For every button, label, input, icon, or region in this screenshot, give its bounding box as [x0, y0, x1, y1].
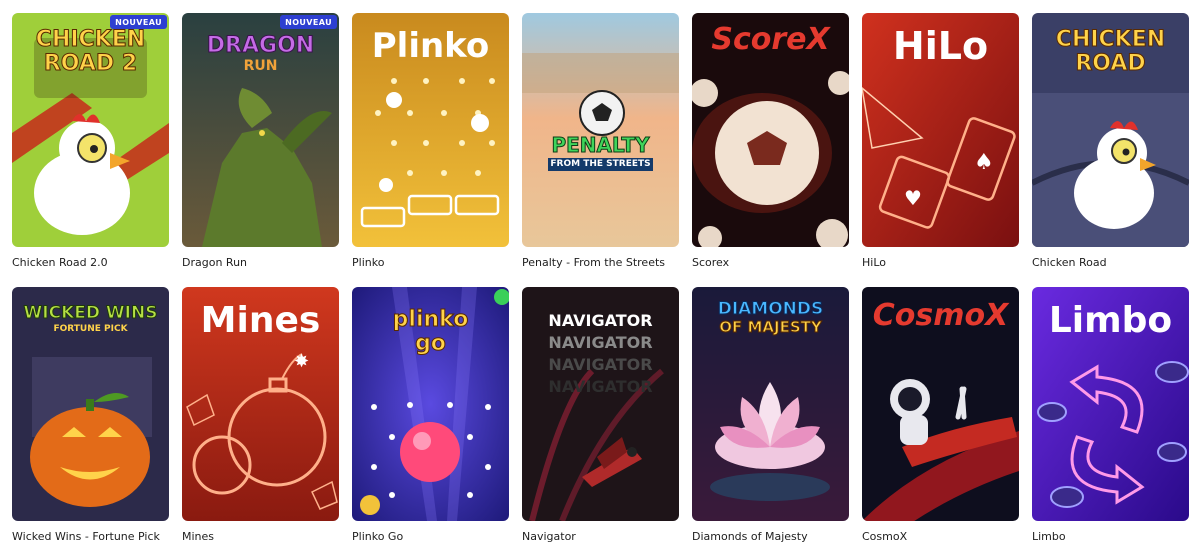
game-thumbnail[interactable]: NAVIGATOR NAVIGATOR NAVIGATOR NAVIGATOR [522, 287, 679, 521]
game-title[interactable]: CosmoX [862, 530, 1019, 543]
game-card-limbo[interactable]: Limbo Limbo [1032, 287, 1189, 543]
game-logo-sub: RUN [243, 58, 278, 74]
game-logo: CosmoX [872, 298, 1009, 333]
game-title[interactable]: Limbo [1032, 530, 1189, 543]
new-badge: NOUVEAU [110, 15, 167, 29]
game-card-hilo[interactable]: ♠ ♥ HiLo HiLo [862, 13, 1019, 269]
game-logo: Mines [200, 300, 321, 341]
game-logo: NAVIGATOR [548, 311, 653, 330]
game-thumbnail[interactable]: CHICKEN ROAD 2 NOUVEAU [12, 13, 169, 247]
game-row: WICKED WINS FORTUNE PICK Wicked Wins - F… [12, 287, 1189, 543]
game-logo-sub: ROAD [1075, 51, 1146, 76]
game-logo-sub: ROAD 2 [43, 51, 138, 76]
game-title[interactable]: Plinko Go [352, 530, 509, 543]
game-row: CHICKEN ROAD 2 NOUVEAU Chicken Road 2.0 … [12, 13, 1189, 269]
game-grid: CHICKEN ROAD 2 NOUVEAU Chicken Road 2.0 … [12, 13, 1189, 552]
game-logo-sub: OF MAJESTY [719, 318, 822, 336]
game-card-wicked-wins[interactable]: WICKED WINS FORTUNE PICK Wicked Wins - F… [12, 287, 169, 543]
game-card-scorex[interactable]: ScoreX Scorex [692, 13, 849, 269]
game-title[interactable]: Scorex [692, 256, 849, 269]
game-title[interactable]: Chicken Road [1032, 256, 1189, 269]
game-card-chicken-road-2[interactable]: CHICKEN ROAD 2 NOUVEAU Chicken Road 2.0 [12, 13, 169, 269]
game-thumbnail[interactable]: ♠ ♥ HiLo [862, 13, 1019, 247]
game-card-diamonds-of-majesty[interactable]: DIAMONDS OF MAJESTY Diamonds of Majesty [692, 287, 849, 543]
game-title[interactable]: Penalty - From the Streets [522, 256, 679, 269]
game-logo-echo: NAVIGATOR [548, 355, 653, 374]
svg-text:♠: ♠ [974, 150, 994, 175]
svg-text:✸: ✸ [294, 351, 309, 372]
game-title[interactable]: Mines [182, 530, 339, 543]
game-logo: Limbo [1048, 300, 1173, 341]
game-thumbnail[interactable]: Limbo [1032, 287, 1189, 521]
game-title[interactable]: Plinko [352, 256, 509, 269]
game-thumbnail[interactable]: plinko go [352, 287, 509, 521]
game-logo-sub: FORTUNE PICK [53, 324, 128, 334]
game-logo-echo: NAVIGATOR [548, 377, 653, 396]
game-logo: WICKED WINS [23, 303, 158, 323]
game-thumbnail[interactable]: DIAMONDS OF MAJESTY [692, 287, 849, 521]
game-card-chicken-road[interactable]: CHICKEN ROAD Chicken Road [1032, 13, 1189, 269]
game-title[interactable]: Chicken Road 2.0 [12, 256, 169, 269]
game-logo: HiLo [892, 24, 989, 68]
game-thumbnail[interactable]: WICKED WINS FORTUNE PICK [12, 287, 169, 521]
game-thumbnail[interactable]: CosmoX [862, 287, 1019, 521]
game-logo: Plinko [371, 26, 490, 66]
game-card-cosmox[interactable]: CosmoX CosmoX [862, 287, 1019, 543]
game-logo-sub: go [415, 331, 447, 356]
game-logo: CHICKEN [1055, 27, 1166, 52]
game-thumbnail[interactable]: DRAGON RUN NOUVEAU [182, 13, 339, 247]
game-title[interactable]: Wicked Wins - Fortune Pick [12, 530, 169, 543]
game-thumbnail[interactable]: PENALTY FROM THE STREETS [522, 13, 679, 247]
game-card-dragon-run[interactable]: DRAGON RUN NOUVEAU Dragon Run [182, 13, 339, 269]
soccer-ball-icon [522, 13, 679, 247]
game-card-plinko[interactable]: Plinko Plinko [352, 13, 509, 269]
game-logo-echo: NAVIGATOR [548, 333, 653, 352]
game-card-plinko-go[interactable]: plinko go Plinko Go [352, 287, 509, 543]
game-thumbnail[interactable]: CHICKEN ROAD [1032, 13, 1189, 247]
game-thumbnail[interactable]: Plinko [352, 13, 509, 247]
game-logo: plinko [392, 307, 469, 332]
game-logo: DRAGON [206, 33, 315, 58]
game-card-mines[interactable]: ✸ Mines Mines [182, 287, 339, 543]
game-title[interactable]: HiLo [862, 256, 1019, 269]
game-title[interactable]: Navigator [522, 530, 679, 543]
game-thumbnail[interactable]: ScoreX [692, 13, 849, 247]
game-thumbnail[interactable]: ✸ Mines [182, 287, 339, 521]
game-title[interactable]: Dragon Run [182, 256, 339, 269]
game-card-penalty[interactable]: PENALTY FROM THE STREETS Penalty - From … [522, 13, 679, 269]
game-title[interactable]: Diamonds of Majesty [692, 530, 849, 543]
new-badge: NOUVEAU [280, 15, 337, 29]
game-logo: CHICKEN [35, 27, 146, 52]
game-logo: DIAMONDS [717, 299, 824, 319]
game-logo: ScoreX [711, 22, 830, 57]
game-logo-sub: FROM THE STREETS [548, 158, 653, 171]
svg-text:♥: ♥ [904, 186, 922, 210]
game-card-navigator[interactable]: NAVIGATOR NAVIGATOR NAVIGATOR NAVIGATOR … [522, 287, 679, 543]
game-logo: PENALTY [551, 133, 650, 157]
